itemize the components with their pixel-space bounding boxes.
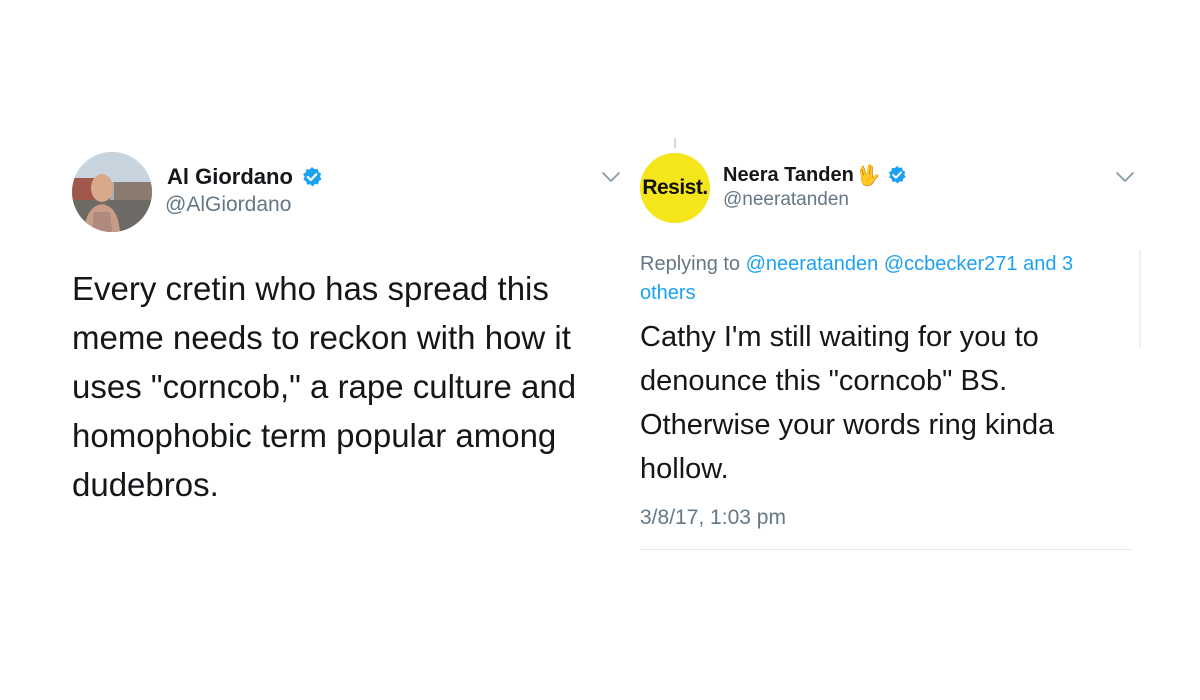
timestamp[interactable]: 3/8/17, 1:03 pm	[640, 506, 786, 530]
author-name-row: Neera Tanden 🖖	[723, 162, 907, 188]
tweet-text-line: Every cretin who has spread this	[72, 270, 549, 307]
vulcan-salute-emoji: 🖖	[855, 164, 881, 187]
handle[interactable]: @AlGiordano	[165, 193, 291, 217]
thread-connector	[674, 138, 676, 148]
tweet-text-line: dudebros.	[72, 466, 219, 503]
tweet-text-line: homophobic term popular among	[72, 417, 557, 454]
chevron-down-icon[interactable]	[1114, 170, 1136, 184]
avatar-resist-text: Resist.	[642, 176, 708, 199]
display-name[interactable]: Neera Tanden	[723, 164, 854, 187]
replying-to: Replying to @neeratanden @ccbecker271 an…	[640, 250, 1130, 308]
divider	[640, 549, 1131, 550]
left-tweet: Al Giordano @AlGiordano Every cretin who…	[0, 0, 640, 700]
chevron-down-icon[interactable]	[600, 170, 622, 184]
author-name-row: Al Giordano	[167, 163, 323, 191]
tweet-text-line: uses "corncob," a rape culture and	[72, 368, 577, 405]
tweet-text-line: denounce this "corncob" BS.	[640, 365, 1008, 397]
tweet-text-line: Otherwise your words ring kinda	[640, 409, 1055, 441]
and-word[interactable]: and	[1023, 253, 1056, 275]
verified-badge-icon	[887, 165, 907, 185]
mention-link[interactable]: @neeratanden	[746, 253, 879, 275]
avatar[interactable]	[72, 152, 152, 232]
display-name[interactable]: Al Giordano	[167, 164, 293, 190]
tweet-text-line: meme needs to reckon with how it	[72, 319, 571, 356]
tweet-text-line: Cathy I'm still waiting for you to	[640, 321, 1039, 353]
tweet-text: Cathy I'm still waiting for you to denou…	[640, 315, 1140, 491]
tweet-text: Every cretin who has spread this meme ne…	[72, 264, 632, 509]
handle[interactable]: @neeratanden	[723, 189, 849, 211]
mention-link[interactable]: @ccbecker271	[884, 253, 1018, 275]
profile-photo	[72, 152, 152, 232]
right-tweet: Resist. Neera Tanden 🖖 @neeratanden Repl…	[620, 0, 1200, 700]
verified-badge-icon	[301, 166, 323, 188]
tweet-text-line: hollow.	[640, 453, 729, 485]
avatar[interactable]: Resist.	[640, 153, 710, 223]
replying-prefix: Replying to	[640, 253, 741, 275]
